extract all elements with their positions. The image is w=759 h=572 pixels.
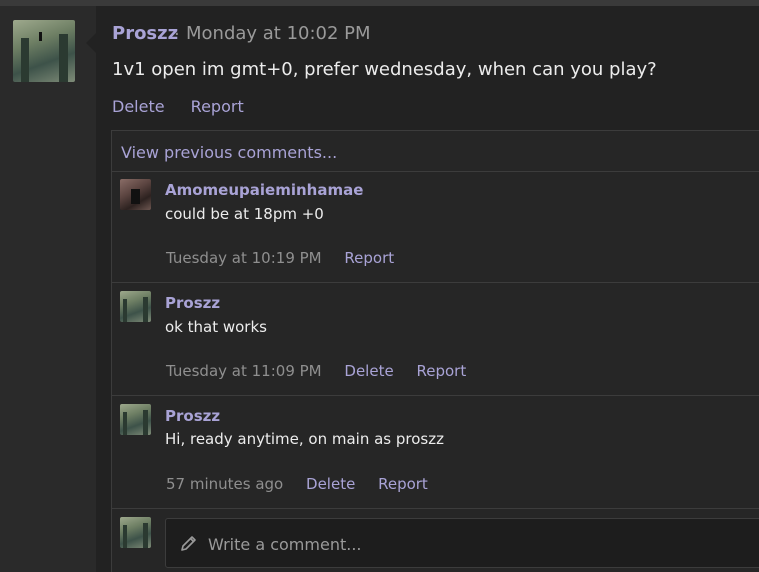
comment-delete-button[interactable]: Delete [306, 475, 355, 493]
view-previous-comments-link[interactable]: View previous comments... [121, 143, 337, 162]
post-author-avatar[interactable] [13, 20, 75, 82]
comment-timestamp[interactable]: Tuesday at 10:19 PM [166, 249, 322, 267]
comment-divider [112, 395, 759, 396]
pencil-icon [179, 533, 199, 553]
avatar-pillar-right [143, 410, 148, 435]
avatar-pillar-left [21, 38, 29, 82]
comment-timestamp[interactable]: 57 minutes ago [166, 475, 283, 493]
comment-report-button[interactable]: Report [378, 475, 428, 493]
avatar-figure [39, 32, 42, 41]
comments-panel: View previous comments... Amomeupaieminh… [111, 130, 759, 572]
avatar-pillar-left [123, 412, 127, 435]
left-gutter [0, 6, 96, 572]
speech-pointer [86, 33, 96, 53]
comment-author-avatar[interactable] [120, 404, 151, 435]
avatar-pillar-left [123, 299, 127, 322]
avatar-pillar-right [59, 34, 68, 82]
post-actions: Delete Report [112, 97, 265, 116]
comment-divider [112, 508, 759, 509]
comment-author-name[interactable]: Amomeupaieminhamae [165, 181, 363, 199]
avatar-pillar-right [143, 297, 148, 322]
post-author-name[interactable]: Proszz [112, 23, 178, 44]
comment-report-button[interactable]: Report [344, 249, 394, 267]
pencil-icon-svg [181, 536, 196, 551]
post-report-button[interactable]: Report [191, 97, 244, 116]
comment-author-name[interactable]: Proszz [165, 294, 220, 312]
comment-input[interactable] [206, 530, 759, 558]
comment-footer: Tuesday at 10:19 PM Report [166, 249, 412, 267]
avatar-pillar-left [123, 525, 127, 548]
comment-text: could be at 18pm +0 [165, 205, 324, 223]
comment-footer: Tuesday at 11:09 PM Delete Report [166, 362, 484, 380]
current-user-avatar[interactable] [120, 517, 151, 548]
comment-report-button[interactable]: Report [416, 362, 466, 380]
comment-composer[interactable] [165, 518, 759, 568]
comment-divider [112, 171, 759, 172]
comment-delete-button[interactable]: Delete [344, 362, 393, 380]
comment-author-name[interactable]: Proszz [165, 407, 220, 425]
avatar-figure [131, 189, 140, 204]
comment-footer: 57 minutes ago Delete Report [166, 475, 446, 493]
post-body: 1v1 open im gmt+0, prefer wednesday, whe… [112, 59, 657, 80]
avatar-pillar-right [143, 523, 148, 548]
comment-divider [112, 282, 759, 283]
post-timestamp[interactable]: Monday at 10:02 PM [186, 23, 371, 44]
comment-text: Hi, ready anytime, on main as proszz [165, 430, 444, 448]
comment-text: ok that works [165, 318, 267, 336]
page: Proszz · Monday at 10:02 PM 1v1 open im … [0, 0, 759, 572]
comment-timestamp[interactable]: Tuesday at 11:09 PM [166, 362, 322, 380]
comment-author-avatar[interactable] [120, 291, 151, 322]
post-delete-button[interactable]: Delete [112, 97, 165, 116]
comment-author-avatar[interactable] [120, 179, 151, 210]
post-meta-separator: · [174, 24, 180, 45]
